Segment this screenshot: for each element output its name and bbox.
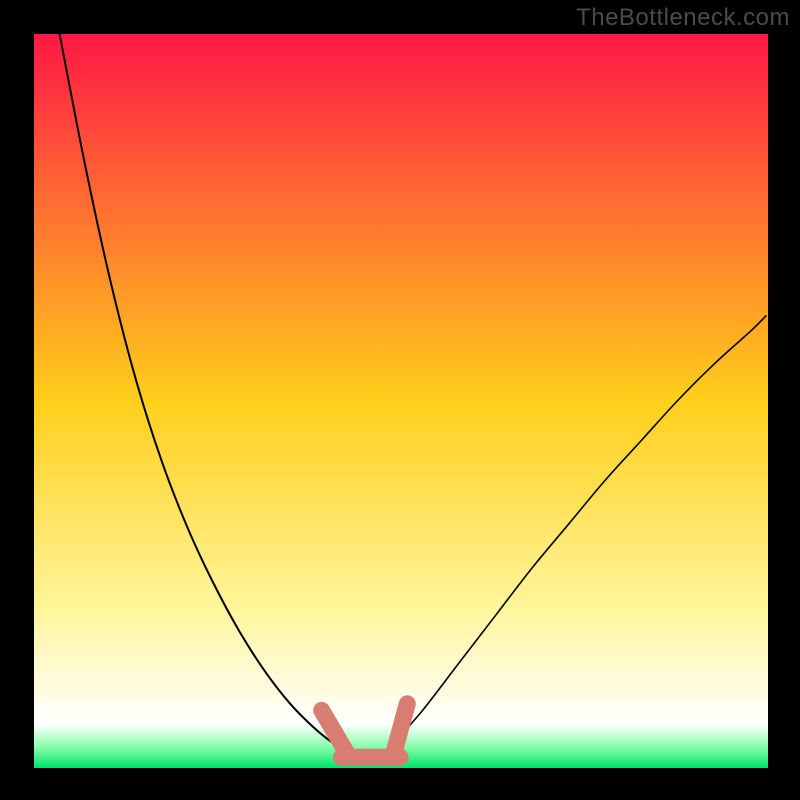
- watermark-text: TheBottleneck.com: [576, 4, 790, 32]
- gradient-background: [34, 34, 768, 768]
- chart-frame: TheBottleneck.com: [0, 0, 800, 800]
- plot-area: [34, 34, 768, 768]
- chart-svg: [34, 34, 768, 768]
